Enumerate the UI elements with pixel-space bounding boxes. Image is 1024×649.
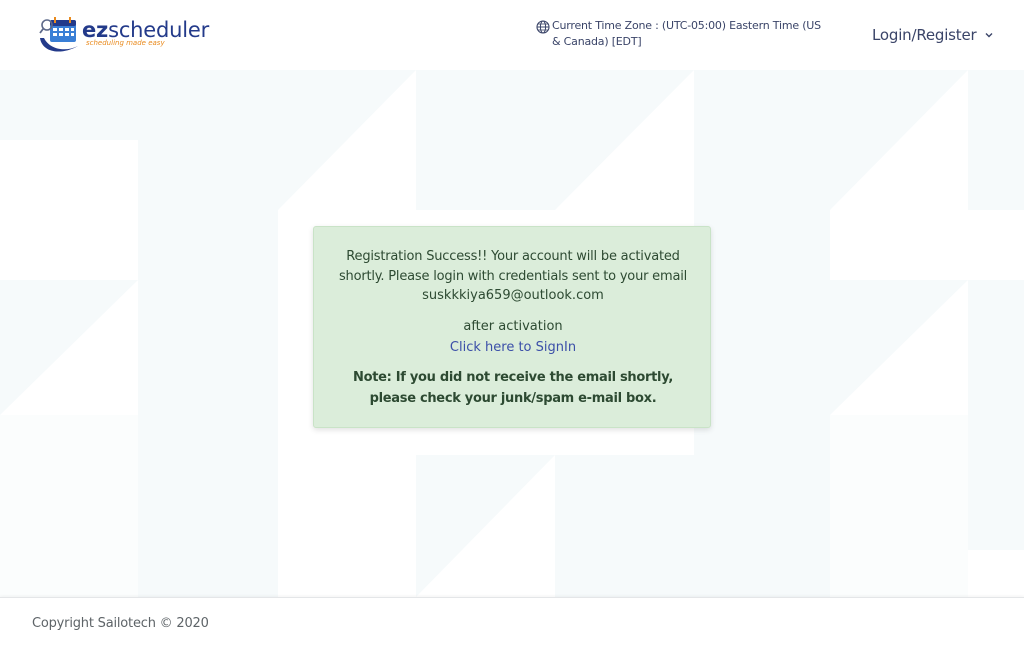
registration-success-alert: Registration Success!! Your account will…	[313, 226, 711, 428]
timezone-text: Current Time Zone : (UTC-05:00) Eastern …	[552, 19, 821, 48]
globe-icon	[536, 20, 550, 34]
footer: Copyright Sailotech © 2020	[0, 597, 1024, 649]
signin-link[interactable]: Click here to SignIn	[328, 339, 698, 357]
login-register-menu[interactable]: Login/Register	[872, 24, 994, 46]
ezscheduler-logo[interactable]: ezscheduler scheduling made easy	[38, 14, 218, 56]
success-message: Registration Success!! Your account will…	[338, 249, 688, 284]
registered-email: suskkkiya659@outlook.com	[422, 288, 604, 303]
copyright-text: Copyright Sailotech © 2020	[32, 616, 209, 631]
login-register-label[interactable]: Login/Register	[872, 26, 977, 44]
timezone-indicator: Current Time Zone : (UTC-05:00) Eastern …	[536, 18, 826, 52]
page: ezscheduler scheduling made easy Current…	[0, 0, 1024, 649]
calendar-logo-icon	[39, 17, 78, 52]
junk-mail-note: Note: If you did not receive the email s…	[352, 370, 673, 406]
chevron-down-icon[interactable]	[984, 30, 994, 40]
top-header: ezscheduler scheduling made easy Current…	[0, 0, 1024, 70]
after-activation-text: after activation	[463, 319, 563, 334]
logo-tagline: scheduling made easy	[86, 39, 165, 47]
